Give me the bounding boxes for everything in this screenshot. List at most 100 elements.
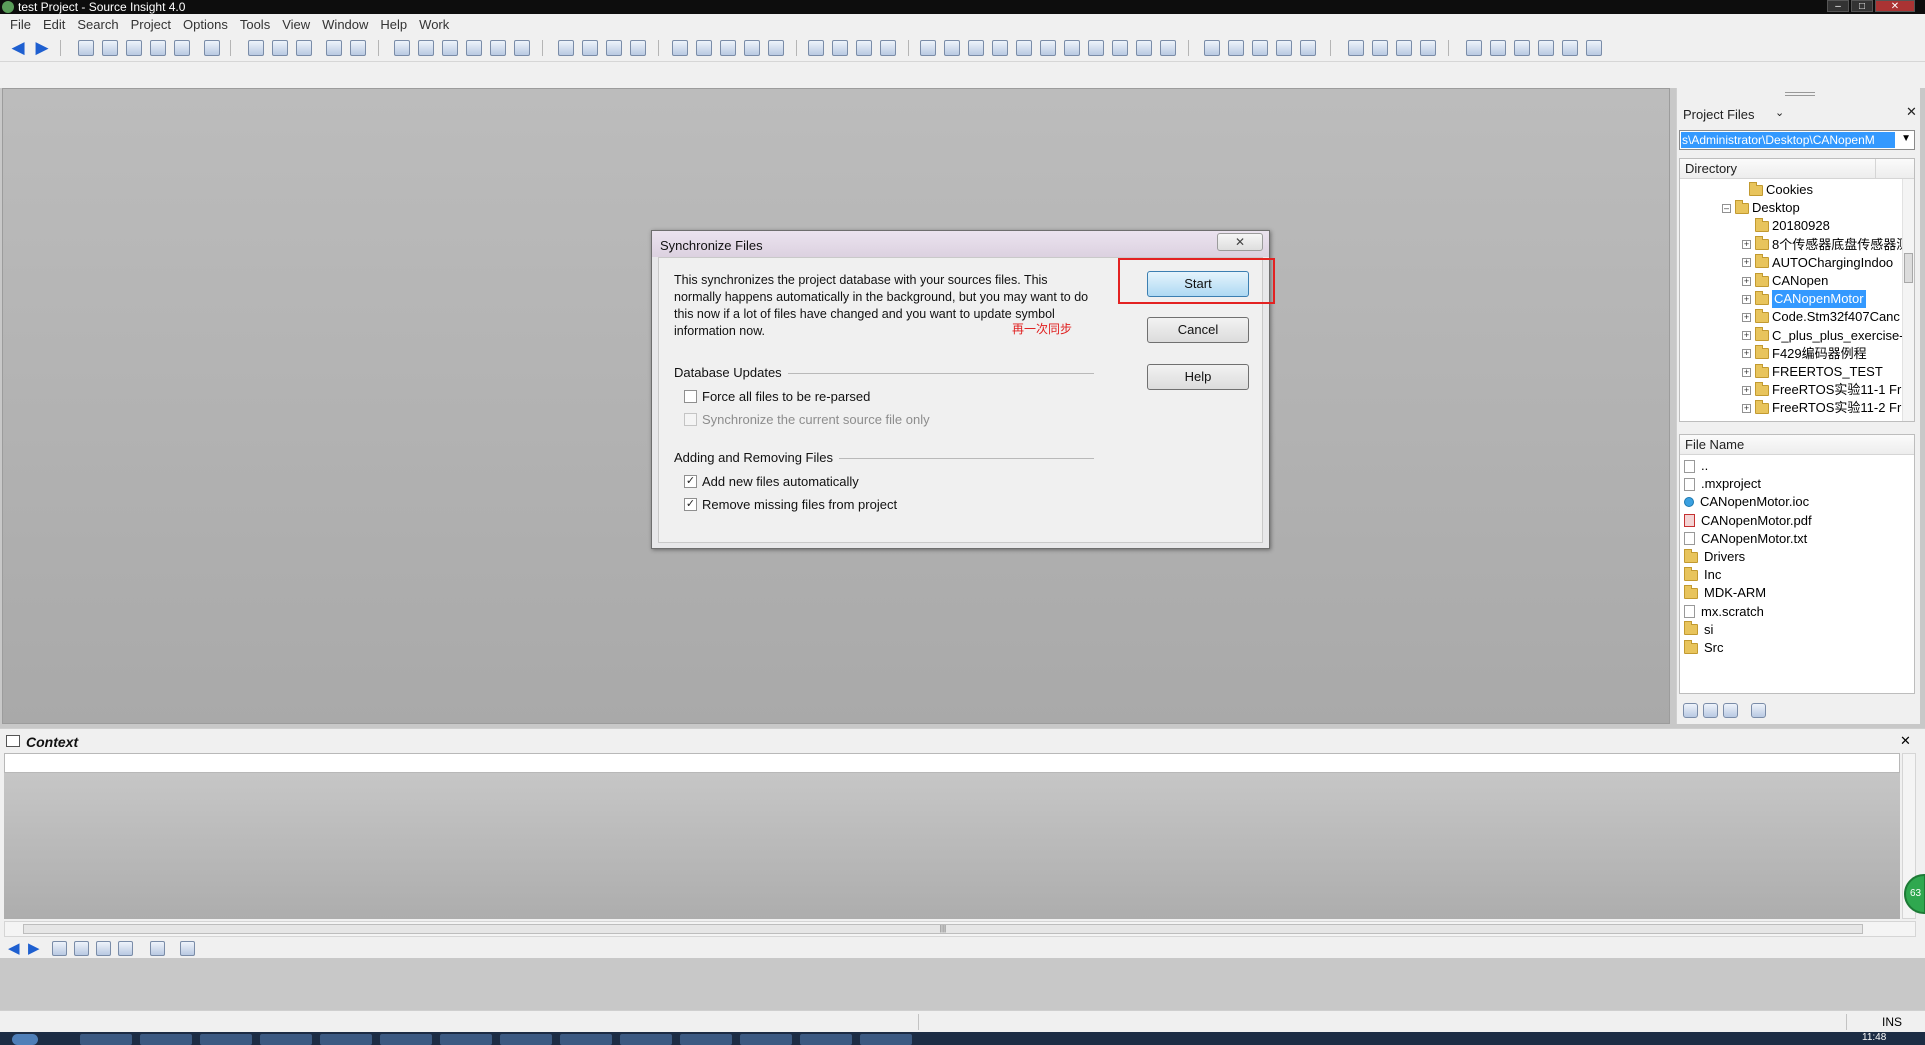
find-next-icon[interactable] bbox=[442, 40, 458, 56]
format-e-icon[interactable] bbox=[1562, 40, 1578, 56]
taskbar-app[interactable] bbox=[740, 1034, 792, 1045]
taskbar-app[interactable] bbox=[860, 1034, 912, 1045]
directory-row[interactable]: + FreeRTOS实验11-2 Fr bbox=[1742, 399, 1901, 417]
project-files-toggle-icon[interactable] bbox=[920, 40, 936, 56]
force-reparse-checkbox[interactable] bbox=[684, 389, 697, 403]
directory-row[interactable]: + Code.Stm32f407Canc bbox=[1742, 308, 1900, 326]
format-a-icon[interactable] bbox=[1466, 40, 1482, 56]
file-row[interactable]: Drivers bbox=[1684, 548, 1745, 566]
tree-expander-icon[interactable]: + bbox=[1742, 403, 1751, 413]
print-icon[interactable] bbox=[204, 40, 220, 56]
taskbar-app[interactable] bbox=[560, 1034, 612, 1045]
file-row[interactable]: .mxproject bbox=[1684, 475, 1761, 493]
context-header-field[interactable] bbox=[4, 753, 1900, 773]
file-row[interactable]: mx.scratch bbox=[1684, 603, 1764, 621]
tree-expander-icon[interactable]: + bbox=[1742, 385, 1751, 395]
dialog-close-button[interactable]: ✕ bbox=[1217, 233, 1263, 251]
remove-missing-option[interactable]: ✓ Remove missing files from project bbox=[684, 495, 897, 513]
clip-icon[interactable] bbox=[1136, 40, 1152, 56]
directory-row[interactable]: – Desktop bbox=[1722, 199, 1800, 217]
file-row[interactable]: Src bbox=[1684, 639, 1724, 657]
forward-icon[interactable]: ▶ bbox=[34, 39, 50, 56]
save-all-icon[interactable] bbox=[150, 40, 166, 56]
taskbar-app[interactable] bbox=[440, 1034, 492, 1045]
redo-icon[interactable] bbox=[350, 40, 366, 56]
menu-help[interactable]: Help bbox=[374, 17, 413, 32]
taskbar-app[interactable] bbox=[80, 1034, 132, 1045]
taskbar-app[interactable] bbox=[800, 1034, 852, 1045]
save-icon[interactable] bbox=[126, 40, 142, 56]
file-row[interactable]: MDK-ARM bbox=[1684, 584, 1766, 602]
delete-icon[interactable] bbox=[1420, 40, 1436, 56]
path-combobox[interactable]: s\Administrator\Desktop\CANopenM ▼ bbox=[1679, 130, 1915, 150]
file-row[interactable]: CANopenMotor.ioc bbox=[1684, 493, 1809, 511]
add-new-checkbox[interactable]: ✓ bbox=[684, 474, 697, 488]
panel-grip[interactable] bbox=[1785, 92, 1815, 96]
search-results-icon[interactable] bbox=[1040, 40, 1056, 56]
taskbar-app[interactable] bbox=[260, 1034, 312, 1045]
tree-expander-icon[interactable]: + bbox=[1742, 294, 1751, 304]
macro-play-icon[interactable] bbox=[1228, 40, 1244, 56]
file-row[interactable]: Inc bbox=[1684, 566, 1721, 584]
layout-cols-icon[interactable] bbox=[856, 40, 872, 56]
replace-icon[interactable] bbox=[490, 40, 506, 56]
format-f-icon[interactable] bbox=[1586, 40, 1602, 56]
cancel-button[interactable]: Cancel bbox=[1147, 317, 1249, 343]
directory-row[interactable]: + CANopenMotor bbox=[1742, 290, 1866, 309]
relation-window-icon[interactable] bbox=[720, 40, 736, 56]
directory-row[interactable]: + F429编码器例程 bbox=[1742, 345, 1867, 363]
close-file-icon[interactable] bbox=[174, 40, 190, 56]
menu-project[interactable]: Project bbox=[125, 17, 177, 32]
settings-gear-icon[interactable] bbox=[180, 941, 195, 956]
file-column-header[interactable]: File Name bbox=[1680, 435, 1914, 455]
directory-row[interactable]: Cookies bbox=[1736, 181, 1813, 199]
find-icon[interactable] bbox=[394, 40, 410, 56]
clip-window-icon[interactable] bbox=[1016, 40, 1032, 56]
menu-view[interactable]: View bbox=[276, 17, 316, 32]
expand-icon[interactable] bbox=[1372, 40, 1388, 56]
layout-cascade-icon[interactable] bbox=[880, 40, 896, 56]
menu-tools[interactable]: Tools bbox=[234, 17, 276, 32]
minimize-button[interactable]: – bbox=[1827, 0, 1849, 12]
column-divider[interactable] bbox=[1875, 159, 1876, 179]
taskbar-app[interactable] bbox=[500, 1034, 552, 1045]
symbol-toggle-icon[interactable] bbox=[992, 40, 1008, 56]
snippet-icon[interactable] bbox=[1064, 40, 1080, 56]
macro-stop-icon[interactable] bbox=[1252, 40, 1268, 56]
context-toggle-icon[interactable] bbox=[944, 40, 960, 56]
menu-file[interactable]: File bbox=[4, 17, 37, 32]
bookmark-next-icon[interactable] bbox=[606, 40, 622, 56]
menu-edit[interactable]: Edit bbox=[37, 17, 71, 32]
search-files-icon[interactable] bbox=[466, 40, 482, 56]
tree-expander-icon[interactable]: + bbox=[1742, 367, 1751, 377]
bookmarks-icon[interactable] bbox=[74, 941, 89, 956]
menu-options[interactable]: Options bbox=[177, 17, 234, 32]
directory-row[interactable]: + FREERTOS_TEST bbox=[1742, 363, 1883, 381]
find-prev-icon[interactable] bbox=[418, 40, 434, 56]
menu-search[interactable]: Search bbox=[71, 17, 124, 32]
jump-icon[interactable] bbox=[630, 40, 646, 56]
force-reparse-option[interactable]: Force all files to be re-parsed bbox=[684, 387, 870, 405]
dialog-titlebar[interactable]: Synchronize Files ✕ bbox=[652, 231, 1269, 257]
format-d-icon[interactable] bbox=[1538, 40, 1554, 56]
settings-gear-icon[interactable] bbox=[1751, 703, 1766, 718]
tree-expander-icon[interactable]: + bbox=[1742, 331, 1751, 341]
undo-icon[interactable] bbox=[326, 40, 342, 56]
directory-column-header[interactable]: Directory bbox=[1680, 159, 1914, 179]
tree-expander-icon[interactable]: + bbox=[1742, 312, 1751, 322]
format-c-icon[interactable] bbox=[1514, 40, 1530, 56]
list-view-icon[interactable] bbox=[1723, 703, 1738, 718]
relation-toggle-icon[interactable] bbox=[968, 40, 984, 56]
taskbar-app[interactable] bbox=[680, 1034, 732, 1045]
menu-work[interactable]: Work bbox=[413, 17, 455, 32]
browser-icon[interactable] bbox=[1112, 40, 1128, 56]
file-row[interactable]: CANopenMotor.txt bbox=[1684, 530, 1807, 548]
close-icon[interactable]: ✕ bbox=[1906, 104, 1917, 120]
tree-expander-icon[interactable]: + bbox=[1742, 276, 1751, 286]
file-row[interactable]: si bbox=[1684, 621, 1713, 639]
bookmark-prev-icon[interactable] bbox=[582, 40, 598, 56]
add-new-option[interactable]: ✓ Add new files automatically bbox=[684, 472, 859, 490]
directory-row[interactable]: +8个传感器底盘传感器测 bbox=[1742, 236, 1909, 254]
forward-icon[interactable]: ▶ bbox=[28, 941, 43, 956]
cut-icon[interactable] bbox=[248, 40, 264, 56]
